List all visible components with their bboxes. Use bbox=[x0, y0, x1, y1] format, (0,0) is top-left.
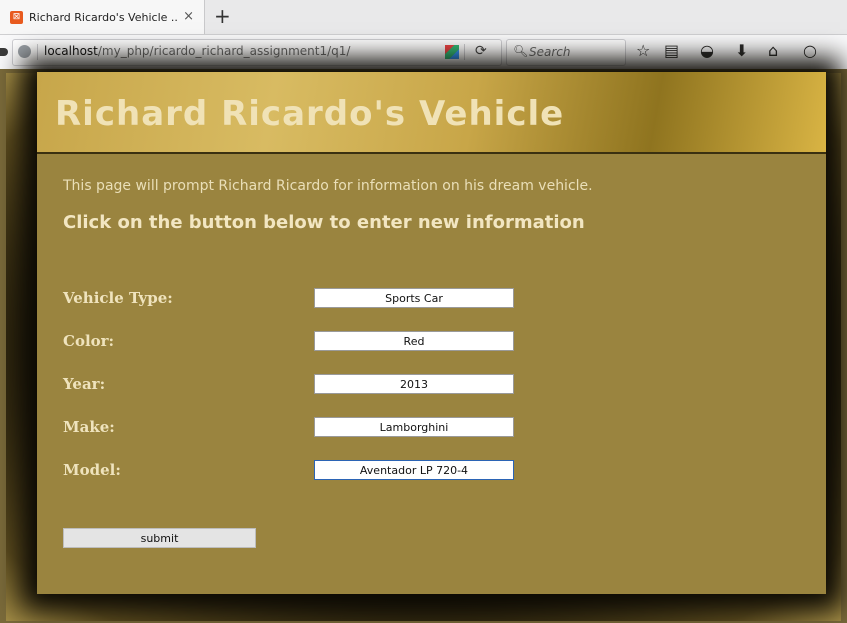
page-title: Richard Ricardo's Vehicle bbox=[55, 94, 565, 134]
reading-list-icon[interactable]: ▤ bbox=[664, 42, 679, 60]
search-placeholder: Search bbox=[529, 45, 571, 59]
url-divider bbox=[464, 44, 465, 60]
color-input[interactable] bbox=[314, 331, 514, 351]
back-button[interactable] bbox=[0, 48, 8, 56]
model-input[interactable] bbox=[314, 460, 514, 480]
url-path: /my_php/ricardo_richard_assignment1/q1/ bbox=[97, 44, 351, 58]
banner: Richard Ricardo's Vehicle bbox=[37, 72, 826, 154]
url-host: localhost bbox=[44, 44, 98, 58]
tab-strip: ⊠ Richard Ricardo's Vehicle ... × + bbox=[0, 0, 847, 35]
submit-button[interactable]: submit bbox=[63, 528, 256, 548]
extension-icon[interactable] bbox=[445, 45, 459, 59]
intro-text: This page will prompt Richard Ricardo fo… bbox=[63, 178, 593, 194]
xampp-favicon-icon: ⊠ bbox=[10, 10, 23, 24]
new-tab-button[interactable]: + bbox=[214, 5, 231, 27]
url-text[interactable]: localhost/my_php/ricardo_richard_assignm… bbox=[44, 44, 350, 58]
bookmark-star-icon[interactable]: ☆ bbox=[636, 42, 650, 60]
vehicle-type-label: Vehicle Type: bbox=[63, 289, 173, 307]
search-icon: 🔍︎ bbox=[513, 44, 529, 58]
tab-title: Richard Ricardo's Vehicle ... bbox=[29, 10, 179, 24]
home-icon[interactable]: ⌂ bbox=[768, 42, 778, 60]
tab-close-icon[interactable]: × bbox=[183, 9, 194, 25]
year-label: Year: bbox=[63, 375, 106, 393]
browser-tab[interactable]: ⊠ Richard Ricardo's Vehicle ... × bbox=[0, 0, 205, 34]
search-bar[interactable]: 🔍︎ Search bbox=[506, 39, 626, 66]
chat-icon[interactable]: ○ bbox=[803, 42, 817, 60]
url-bar[interactable]: localhost/my_php/ricardo_richard_assignm… bbox=[12, 39, 502, 66]
model-label: Model: bbox=[63, 461, 121, 479]
download-icon[interactable]: ⬇ bbox=[735, 42, 748, 60]
make-label: Make: bbox=[63, 418, 115, 436]
color-label: Color: bbox=[63, 332, 115, 350]
pocket-icon[interactable]: ◒ bbox=[700, 42, 714, 60]
reload-icon[interactable]: ⟳ bbox=[475, 43, 487, 59]
url-divider bbox=[37, 44, 38, 60]
year-input[interactable] bbox=[314, 374, 514, 394]
site-info-icon[interactable] bbox=[18, 45, 31, 58]
navigation-bar: localhost/my_php/ricardo_richard_assignm… bbox=[0, 35, 847, 70]
content-card: Richard Ricardo's Vehicle This page will… bbox=[37, 72, 826, 594]
make-input[interactable] bbox=[314, 417, 514, 437]
instruction-heading: Click on the button below to enter new i… bbox=[63, 212, 585, 233]
vehicle-type-input[interactable] bbox=[314, 288, 514, 308]
